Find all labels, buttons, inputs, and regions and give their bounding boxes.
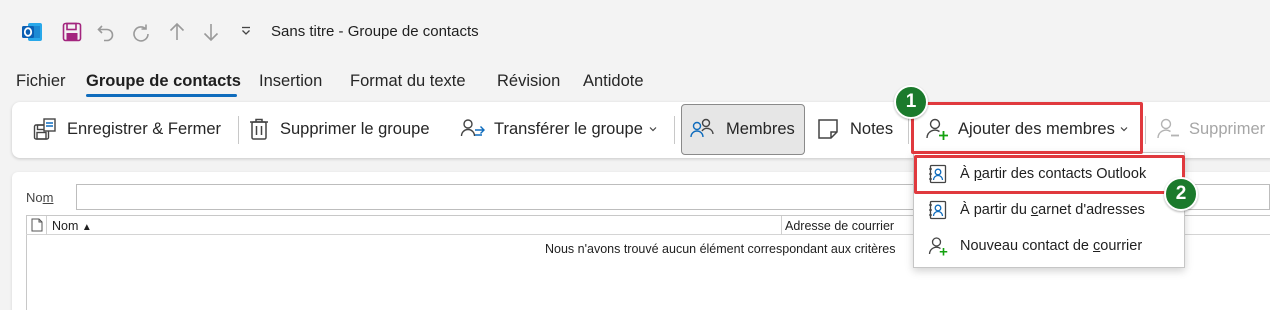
remove-person-icon bbox=[1157, 118, 1179, 139]
members-icon bbox=[690, 118, 714, 138]
step-badge-2: 2 bbox=[1164, 177, 1198, 211]
forward-group-icon bbox=[460, 119, 485, 137]
notes-button[interactable]: Notes bbox=[817, 105, 893, 153]
forward-group-button[interactable]: Transférer le groupe bbox=[460, 105, 658, 153]
step-badge-1: 1 bbox=[894, 85, 928, 119]
forward-group-label: Transférer le groupe bbox=[494, 119, 643, 138]
address-book-icon bbox=[929, 200, 947, 220]
name-field-label: Nom bbox=[26, 190, 54, 205]
save-close-icon bbox=[33, 118, 56, 140]
members-button[interactable]: Membres bbox=[689, 105, 795, 153]
delete-group-button[interactable]: Supprimer le groupe bbox=[248, 105, 430, 153]
highlight-box-add-members bbox=[911, 102, 1143, 154]
empty-list-message: Nous n'avons trouvé aucun élément corres… bbox=[545, 242, 896, 256]
add-contact-icon bbox=[928, 237, 948, 256]
window-title: Sans titre - Groupe de contacts bbox=[271, 23, 479, 40]
notes-label: Notes bbox=[850, 119, 894, 138]
column-header-name[interactable]: Nom ▲ bbox=[52, 219, 92, 233]
ribbon-separator bbox=[908, 116, 909, 144]
ribbon-separator bbox=[238, 116, 239, 144]
tab-groupe-de-contacts[interactable]: Groupe de contacts bbox=[86, 72, 241, 91]
title-bar bbox=[0, 0, 1270, 62]
column-header-email[interactable]: Adresse de courrier bbox=[785, 219, 894, 233]
active-tab-indicator bbox=[86, 94, 237, 97]
save-close-button[interactable]: Enregistrer & Fermer bbox=[33, 105, 221, 153]
ribbon-separator bbox=[1145, 116, 1146, 144]
down-arrow-icon[interactable] bbox=[199, 20, 223, 44]
tab-format-du-texte[interactable]: Format du texte bbox=[350, 72, 466, 91]
up-arrow-icon[interactable] bbox=[165, 20, 189, 44]
undo-icon[interactable] bbox=[94, 20, 118, 44]
save-icon[interactable] bbox=[60, 20, 84, 44]
redo-icon[interactable] bbox=[129, 20, 153, 44]
notes-icon bbox=[818, 119, 838, 139]
menu-item-label: Nouveau contact de courrier bbox=[960, 238, 1143, 254]
save-close-label: Enregistrer & Fermer bbox=[67, 119, 222, 138]
remove-member-label: Supprimer bbox=[1189, 119, 1266, 138]
outlook-logo-icon bbox=[20, 20, 44, 44]
menu-item-label: À partir du carnet d'adresses bbox=[960, 202, 1145, 218]
column-separator bbox=[781, 216, 782, 235]
tab-antidote[interactable]: Antidote bbox=[583, 72, 644, 91]
remove-member-button[interactable]: Supprimer bbox=[1156, 105, 1265, 153]
tab-fichier[interactable]: Fichier bbox=[16, 72, 66, 91]
column-separator bbox=[46, 216, 47, 235]
members-label: Membres bbox=[726, 119, 795, 138]
trash-icon bbox=[250, 118, 268, 140]
delete-group-label: Supprimer le groupe bbox=[280, 119, 430, 138]
menu-item-from-address-book[interactable]: À partir du carnet d'adresses bbox=[928, 192, 1145, 228]
tab-insertion[interactable]: Insertion bbox=[259, 72, 322, 91]
ribbon-separator bbox=[674, 116, 675, 144]
highlight-box-outlook-contacts bbox=[914, 155, 1185, 194]
chevron-down-icon bbox=[649, 127, 657, 132]
document-icon bbox=[31, 218, 43, 237]
customize-qat-icon[interactable] bbox=[237, 22, 255, 40]
tab-revision[interactable]: Révision bbox=[497, 72, 560, 91]
menu-item-new-email-contact[interactable]: Nouveau contact de courrier bbox=[928, 228, 1142, 264]
sort-ascending-icon: ▲ bbox=[81, 222, 92, 233]
